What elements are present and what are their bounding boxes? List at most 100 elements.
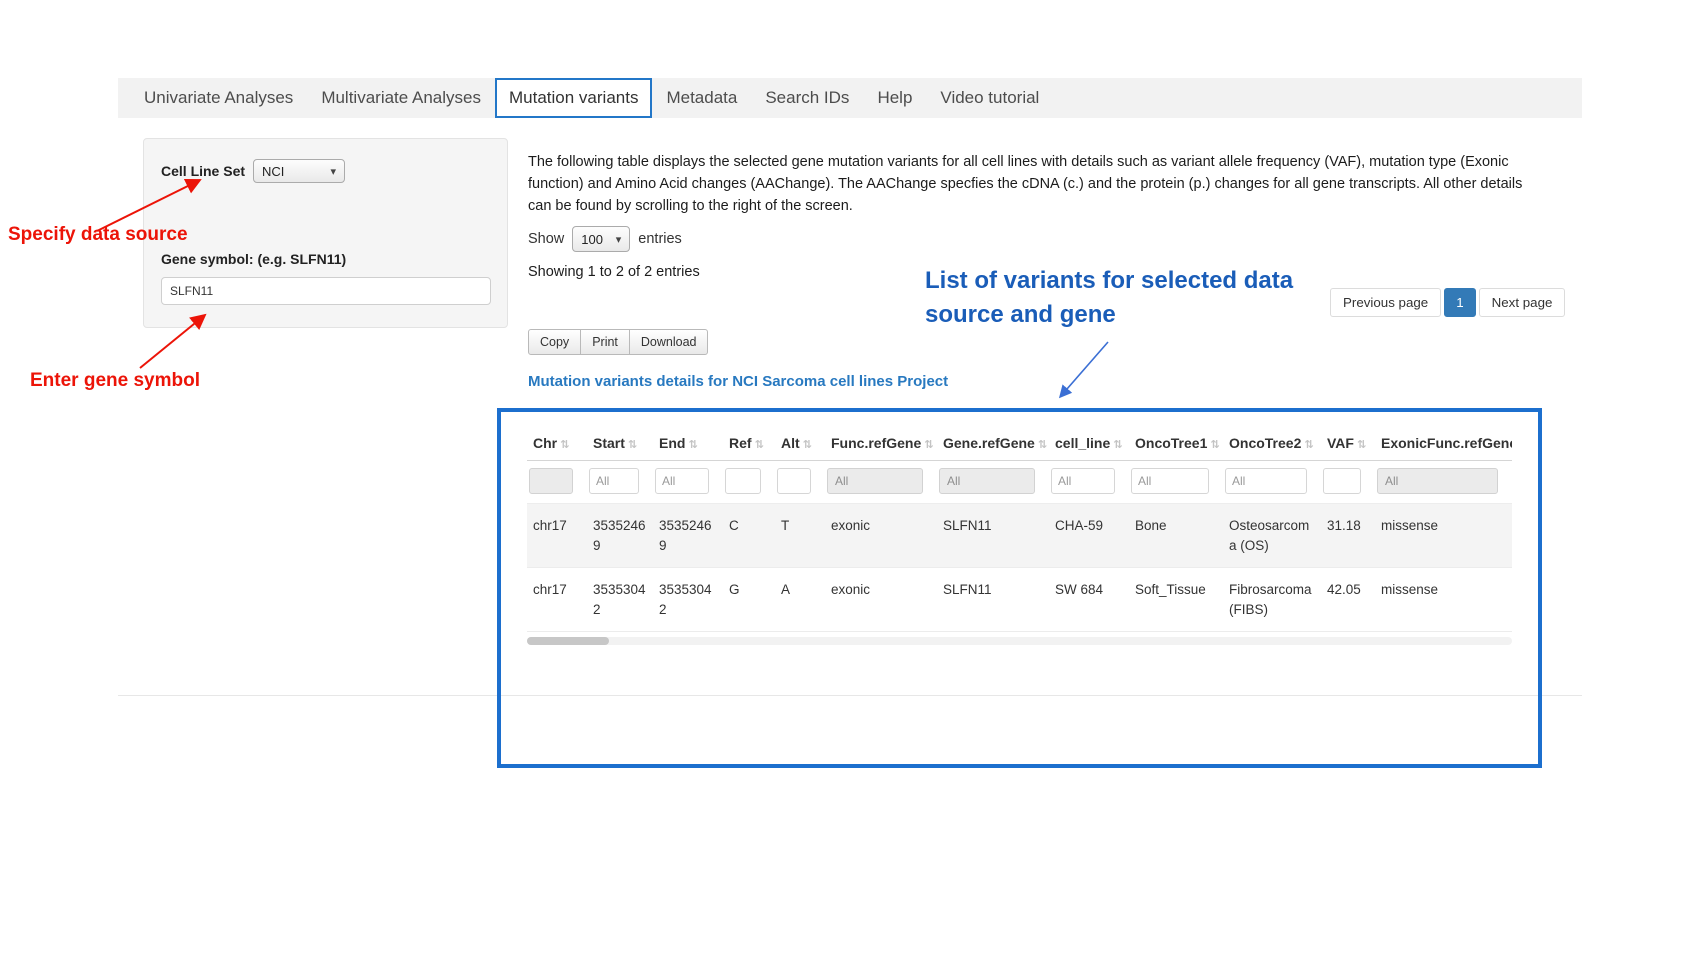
sort-icon[interactable]: ⇅ [560, 439, 569, 451]
filter-input-VAF[interactable] [1323, 468, 1361, 494]
filter-input-Alt[interactable] [777, 468, 811, 494]
tab-multivariate-analyses[interactable]: Multivariate Analyses [307, 78, 495, 118]
filter-input-cell_line[interactable] [1051, 468, 1115, 494]
previous-page-button[interactable]: Previous page [1330, 288, 1441, 317]
horizontal-scrollbar-track[interactable] [527, 637, 1512, 645]
sort-icon[interactable]: ⇅ [628, 439, 637, 451]
sort-icon[interactable]: ⇅ [803, 439, 812, 451]
table-cell: C [723, 504, 775, 568]
show-entries-control: Show 100 ▾ entries [528, 226, 682, 252]
tab-mutation-variants[interactable]: Mutation variants [495, 78, 652, 118]
column-header-Chr[interactable]: Chr⇅ [527, 426, 587, 461]
table-cell: SLFN11 [937, 568, 1049, 632]
sort-icon[interactable]: ⇅ [924, 439, 933, 451]
table-cell: missense [1375, 568, 1512, 632]
next-page-button[interactable]: Next page [1479, 288, 1566, 317]
column-header-Gene.refGene[interactable]: Gene.refGene⇅ [937, 426, 1049, 461]
filter-select-Func.refGene[interactable]: All [827, 468, 923, 494]
tab-video-tutorial[interactable]: Video tutorial [926, 78, 1053, 118]
filter-select-ExonicFunc.refGene[interactable]: All [1377, 468, 1498, 494]
column-header-Func.refGene[interactable]: Func.refGene⇅ [825, 426, 937, 461]
top-navigation: Univariate Analyses Multivariate Analyse… [118, 78, 1582, 118]
table-cell: A [775, 568, 825, 632]
sort-icon[interactable]: ⇅ [1038, 439, 1047, 451]
sort-icon[interactable]: ⇅ [1113, 439, 1122, 451]
tab-help[interactable]: Help [863, 78, 926, 118]
filter-input-Ref[interactable] [725, 468, 761, 494]
column-header-VAF[interactable]: VAF⇅ [1321, 426, 1375, 461]
table-row[interactable]: chr173535246935352469CTexonicSLFN11CHA-5… [527, 504, 1512, 568]
gene-symbol-input[interactable] [161, 277, 491, 305]
table-cell: Soft_Tissue [1129, 568, 1223, 632]
tab-metadata[interactable]: Metadata [652, 78, 751, 118]
table-filter-row: All All All [527, 461, 1512, 504]
column-label: Alt [781, 435, 800, 451]
annotation-specify-data-source: Specify data source [8, 224, 188, 246]
tab-search-ids[interactable]: Search IDs [751, 78, 863, 118]
filter-cell: All [825, 461, 937, 504]
table-description: The following table displays the selecte… [528, 151, 1528, 218]
cell-line-set-select[interactable]: NCI ▾ [253, 159, 345, 183]
column-label: Start [593, 435, 625, 451]
horizontal-scrollbar-thumb[interactable] [527, 637, 609, 645]
filter-input-OncoTree2[interactable] [1225, 468, 1307, 494]
filter-cell: All [1375, 461, 1512, 504]
filter-input-Start[interactable] [589, 468, 639, 494]
show-label: Show [528, 231, 564, 247]
annotation-variants-list: List of variants for selected data sourc… [925, 264, 1293, 332]
filter-select-Gene.refGene[interactable]: All [939, 468, 1035, 494]
table-cell: chr17 [527, 504, 587, 568]
table-cell: 31.18 [1321, 504, 1375, 568]
table-cell: 35352469 [653, 504, 723, 568]
table-cell: chr17 [527, 568, 587, 632]
table-cell: Fibrosarcoma (FIBS) [1223, 568, 1321, 632]
copy-button[interactable]: Copy [528, 329, 581, 355]
sort-icon[interactable]: ⇅ [1304, 439, 1313, 451]
table-cell: 42.05 [1321, 568, 1375, 632]
column-header-Start[interactable]: Start⇅ [587, 426, 653, 461]
table-cell: 35353042 [587, 568, 653, 632]
annotation-enter-gene-symbol: Enter gene symbol [30, 370, 200, 392]
cell-line-set-label: Cell Line Set [161, 163, 245, 179]
filter-input-End[interactable] [655, 468, 709, 494]
table-cell: T [775, 504, 825, 568]
sort-icon[interactable]: ⇅ [1210, 439, 1219, 451]
sort-icon[interactable]: ⇅ [1357, 439, 1366, 451]
column-label: Gene.refGene [943, 435, 1035, 451]
sort-icon[interactable]: ⇅ [688, 439, 697, 451]
column-label: Func.refGene [831, 435, 921, 451]
table-cell: Bone [1129, 504, 1223, 568]
table-cell: exonic [825, 504, 937, 568]
table-row[interactable]: chr173535304235353042GAexonicSLFN11SW 68… [527, 568, 1512, 632]
table-cell: 35353042 [653, 568, 723, 632]
column-label: VAF [1327, 435, 1354, 451]
column-label: Chr [533, 435, 557, 451]
export-button-group: Copy Print Download [528, 329, 708, 355]
download-button[interactable]: Download [629, 329, 709, 355]
column-header-OncoTree1[interactable]: OncoTree1⇅ [1129, 426, 1223, 461]
filter-input-OncoTree1[interactable] [1131, 468, 1209, 494]
page-number-1[interactable]: 1 [1444, 288, 1475, 317]
column-header-Ref[interactable]: Ref⇅ [723, 426, 775, 461]
table-title-link[interactable]: Mutation variants details for NCI Sarcom… [528, 373, 948, 390]
column-header-Alt[interactable]: Alt⇅ [775, 426, 825, 461]
column-header-End[interactable]: End⇅ [653, 426, 723, 461]
cell-line-set-value: NCI [262, 164, 284, 179]
sort-icon[interactable]: ⇅ [755, 439, 764, 451]
print-button[interactable]: Print [580, 329, 630, 355]
variants-table: Chr⇅Start⇅End⇅Ref⇅Alt⇅Func.refGene⇅Gene.… [527, 426, 1512, 632]
column-label: ExonicFunc.refGene [1381, 435, 1512, 451]
column-header-ExonicFunc.refGene[interactable]: ExonicFunc.refGene⇅ [1375, 426, 1512, 461]
page-length-select[interactable]: 100 ▾ [572, 226, 630, 252]
column-header-cell_line[interactable]: cell_line⇅ [1049, 426, 1129, 461]
column-header-OncoTree2[interactable]: OncoTree2⇅ [1223, 426, 1321, 461]
tab-univariate-analyses[interactable]: Univariate Analyses [130, 78, 307, 118]
table-cell: exonic [825, 568, 937, 632]
filter-select-Chr[interactable] [529, 468, 573, 494]
filter-cell [1049, 461, 1129, 504]
column-label: OncoTree1 [1135, 435, 1207, 451]
filter-cell [1321, 461, 1375, 504]
column-label: OncoTree2 [1229, 435, 1301, 451]
filter-cell [775, 461, 825, 504]
table-cell: 35352469 [587, 504, 653, 568]
